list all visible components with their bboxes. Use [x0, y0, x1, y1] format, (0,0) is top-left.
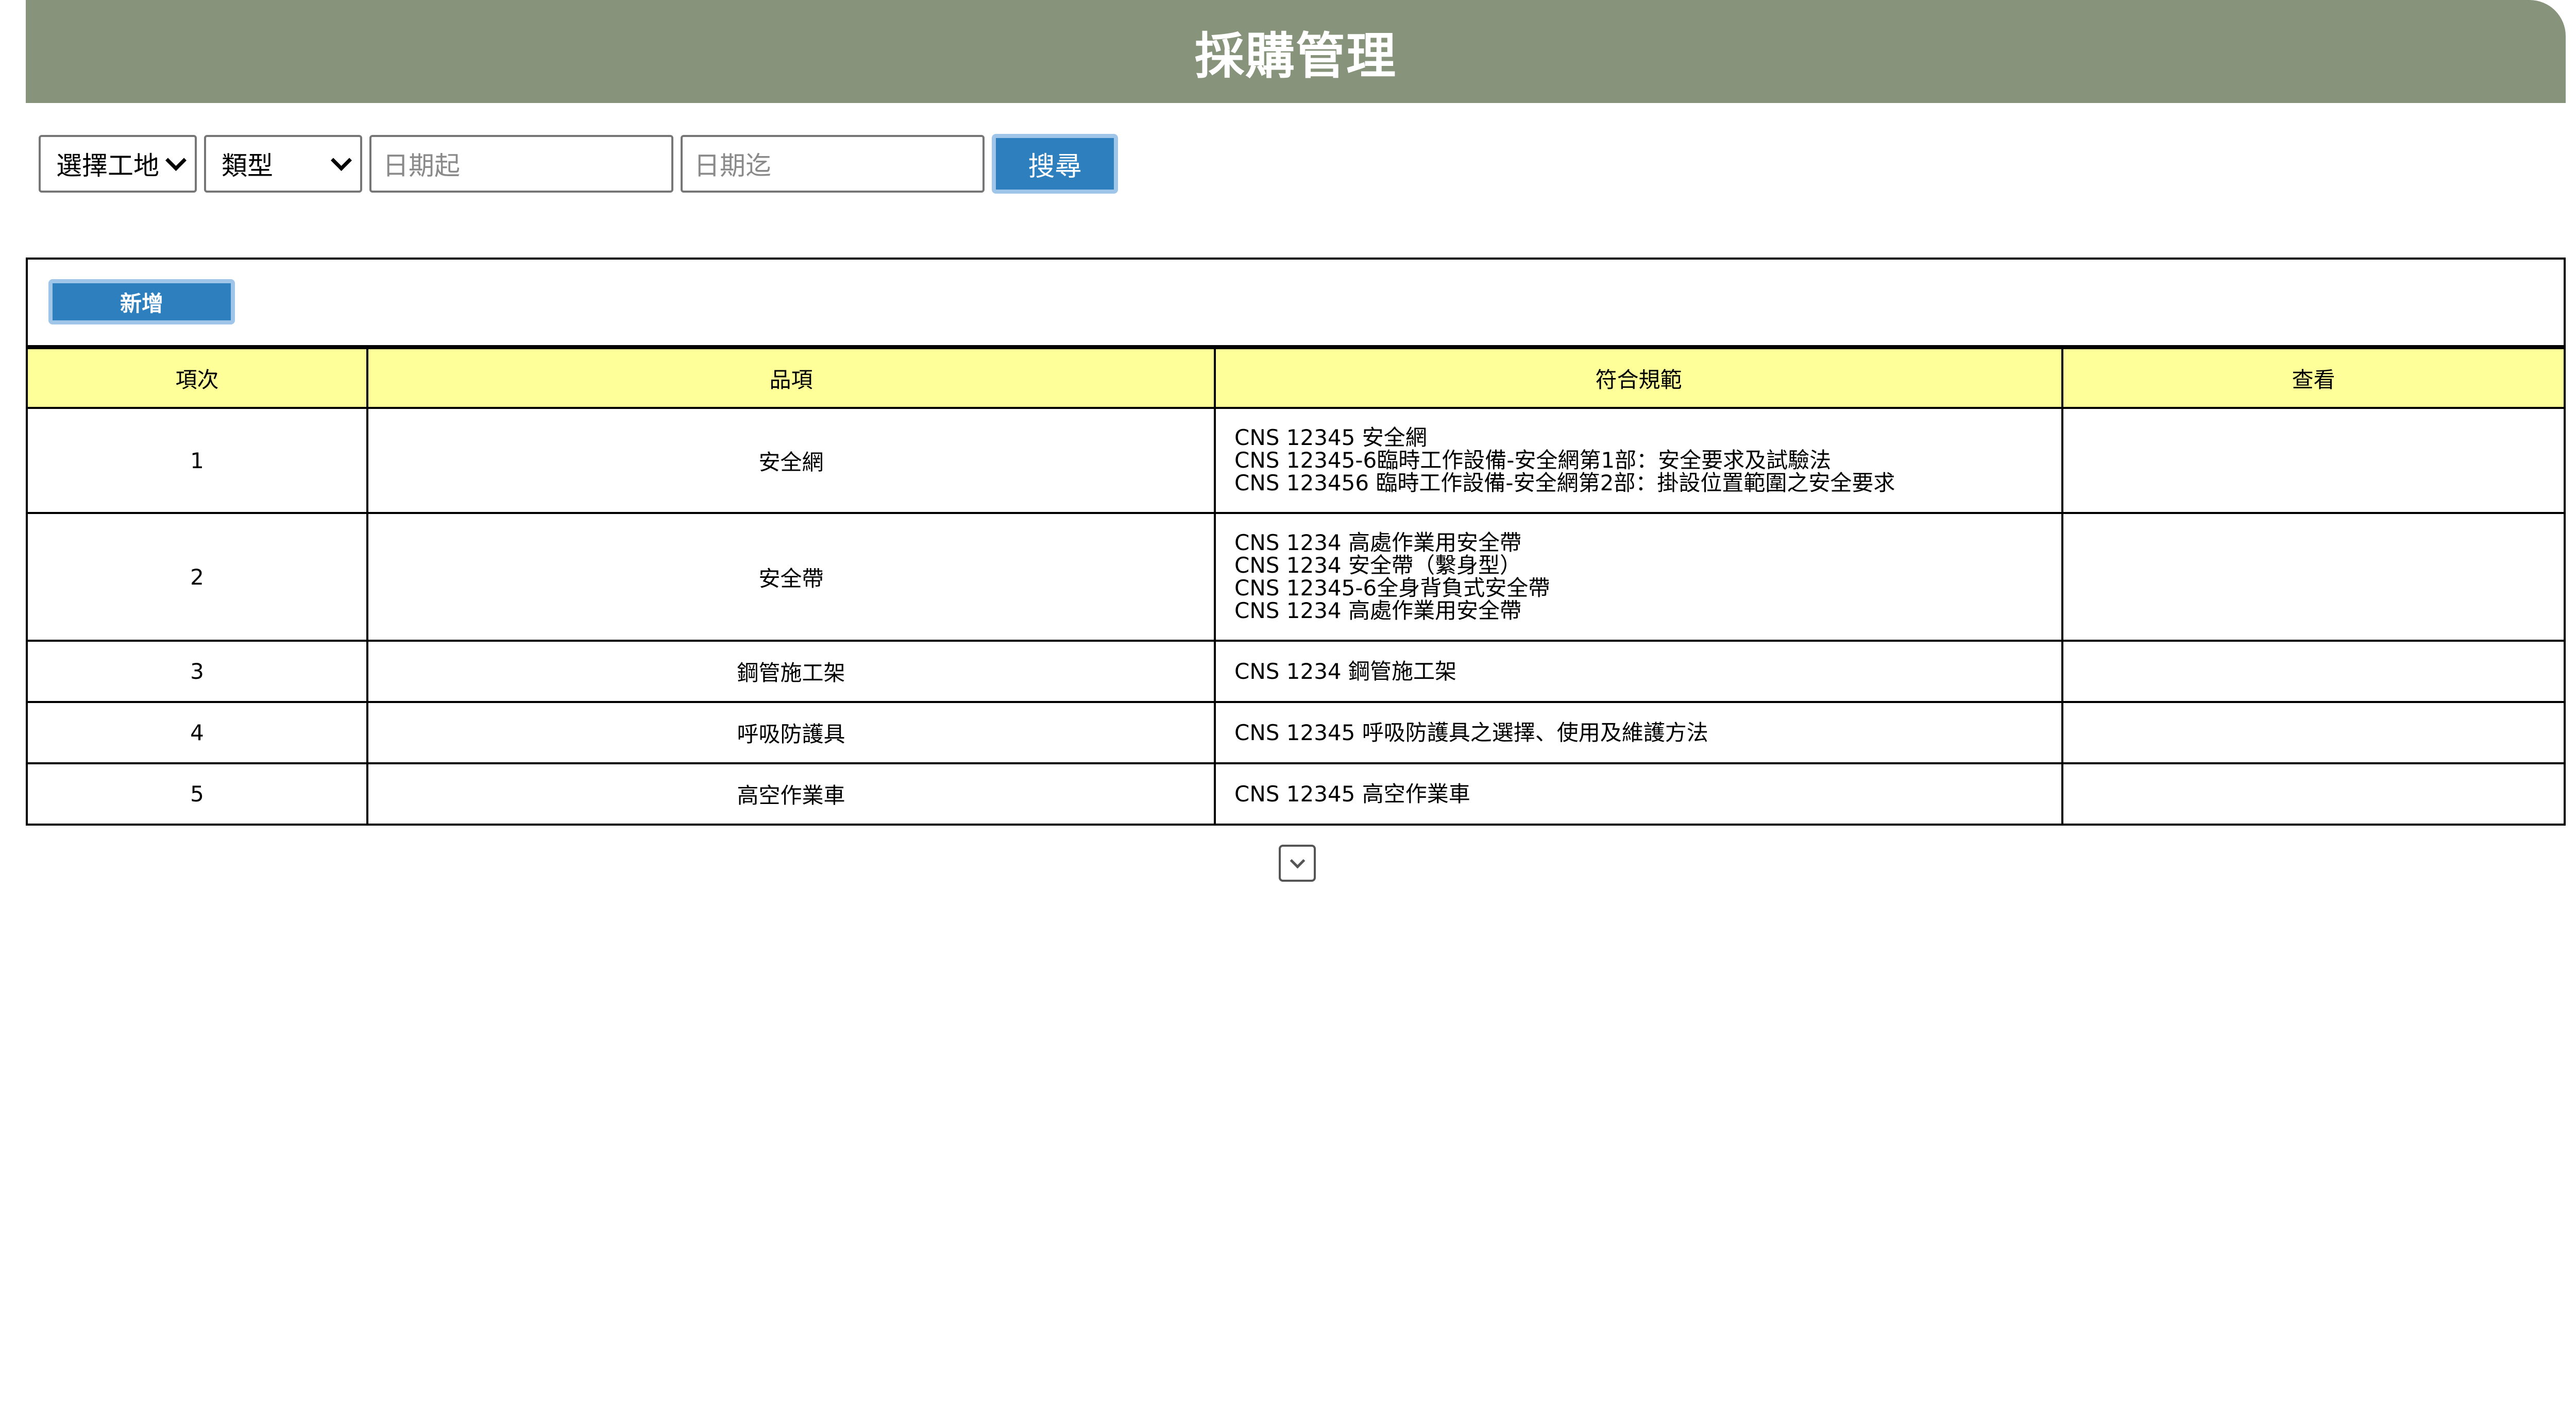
row-no: 3 — [28, 640, 368, 703]
table-toolbar: 新增 — [28, 260, 2564, 347]
spec-line: CNS 12345 安全網 — [1234, 425, 1427, 450]
procurement-table-panel: 新增 項次 品項 符合規範 查看 1 安全網 CNS 12345 安全網 CNS… — [26, 258, 2566, 826]
add-button[interactable]: 新增 — [48, 279, 235, 324]
row-no: 5 — [28, 762, 368, 824]
filter-bar: 選擇工地 類型 日期起 日期迄 搜尋 — [39, 134, 1118, 194]
spec-line: CNS 1234 高處作業用安全帶 — [1234, 530, 1521, 555]
table-row: 4 呼吸防護具 CNS 12345 呼吸防護具之選擇、使用及維護方法 — [28, 701, 2564, 764]
row-no: 2 — [28, 512, 368, 642]
chevron-down-icon — [1290, 853, 1305, 868]
load-more-button[interactable] — [1279, 845, 1316, 882]
row-no: 1 — [28, 407, 368, 514]
spec-line: CNS 1234 安全帶（繫身型） — [1234, 553, 1521, 578]
row-specs: CNS 12345 安全網 CNS 12345-6臨時工作設備-安全網第1部：安… — [1214, 407, 2063, 514]
table-header-row: 項次 品項 符合規範 查看 — [28, 347, 2564, 409]
row-view[interactable] — [2061, 640, 2564, 703]
row-view[interactable] — [2061, 512, 2564, 642]
spec-line: CNS 123456 臨時工作設備-安全網第2部：掛設位置範圍之安全要求 — [1234, 470, 1895, 495]
search-button[interactable]: 搜尋 — [992, 134, 1118, 194]
site-select[interactable]: 選擇工地 — [39, 135, 197, 193]
spec-line: CNS 12345 高空作業車 — [1234, 781, 1470, 807]
date-from-input[interactable]: 日期起 — [369, 135, 673, 193]
row-item: 高空作業車 — [366, 762, 1216, 824]
row-specs: CNS 12345 呼吸防護具之選擇、使用及維護方法 — [1214, 701, 2063, 764]
procurement-table: 項次 品項 符合規範 查看 1 安全網 CNS 12345 安全網 CNS 12… — [28, 347, 2564, 824]
page-header: 採購管理 — [26, 0, 2566, 103]
date-to-placeholder: 日期迄 — [694, 151, 771, 181]
table-row: 1 安全網 CNS 12345 安全網 CNS 12345-6臨時工作設備-安全… — [28, 407, 2564, 514]
row-item: 安全帶 — [366, 512, 1216, 642]
spec-line: CNS 12345-6臨時工作設備-安全網第1部：安全要求及試驗法 — [1234, 448, 1832, 473]
spec-line: CNS 1234 高處作業用安全帶 — [1234, 598, 1521, 623]
row-item: 鋼管施工架 — [366, 640, 1216, 703]
column-header-no: 項次 — [28, 347, 368, 409]
column-header-spec: 符合規範 — [1214, 347, 2063, 409]
row-view[interactable] — [2061, 762, 2564, 824]
column-header-item: 品項 — [366, 347, 1216, 409]
spec-line: CNS 1234 鋼管施工架 — [1234, 658, 1456, 684]
table-row: 2 安全帶 CNS 1234 高處作業用安全帶 CNS 1234 安全帶（繫身型… — [28, 512, 2564, 642]
row-no: 4 — [28, 701, 368, 764]
page: 採購管理 選擇工地 類型 日期起 日期迄 搜尋 新增 項次 品項 符合規範 查看… — [0, 0, 2576, 1404]
row-item: 呼吸防護具 — [366, 701, 1216, 764]
date-from-placeholder: 日期起 — [383, 151, 460, 181]
site-select-value: 選擇工地 — [56, 151, 159, 181]
table-row: 5 高空作業車 CNS 12345 高空作業車 — [28, 762, 2564, 824]
chevron-down-icon — [330, 149, 352, 171]
date-to-input[interactable]: 日期迄 — [681, 135, 985, 193]
row-specs: CNS 1234 鋼管施工架 — [1214, 640, 2063, 703]
row-specs: CNS 1234 高處作業用安全帶 CNS 1234 安全帶（繫身型） CNS … — [1214, 512, 2063, 642]
column-header-view: 查看 — [2061, 347, 2564, 409]
chevron-down-icon — [165, 149, 187, 171]
row-specs: CNS 12345 高空作業車 — [1214, 762, 2063, 824]
type-select[interactable]: 類型 — [204, 135, 362, 193]
page-title: 採購管理 — [1195, 27, 1397, 85]
table-row: 3 鋼管施工架 CNS 1234 鋼管施工架 — [28, 640, 2564, 703]
type-select-value: 類型 — [222, 151, 273, 181]
row-item: 安全網 — [366, 407, 1216, 514]
row-view[interactable] — [2061, 407, 2564, 514]
row-view[interactable] — [2061, 701, 2564, 764]
spec-line: CNS 12345 呼吸防護具之選擇、使用及維護方法 — [1234, 720, 1708, 745]
spec-line: CNS 12345-6全身背負式安全帶 — [1234, 575, 1550, 601]
